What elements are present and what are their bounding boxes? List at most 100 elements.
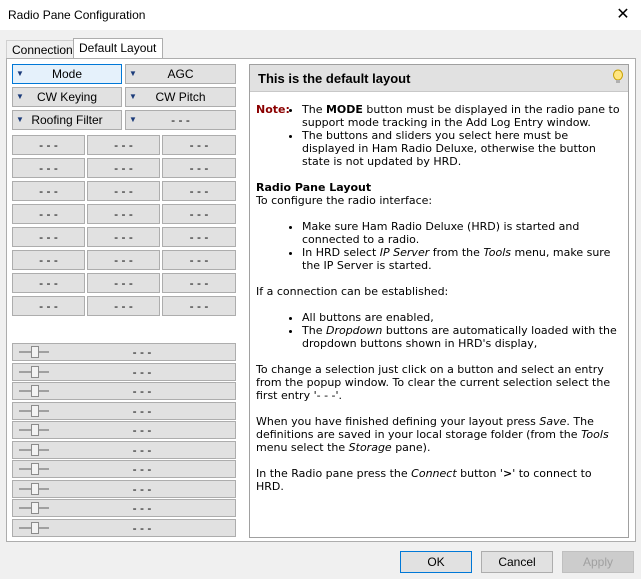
cancel-button[interactable]: Cancel <box>481 551 553 573</box>
note-item: The buttons and sliders you select here … <box>302 129 622 168</box>
slider-label: - - - <box>132 462 152 476</box>
help-heading: This is the default layout <box>258 71 411 86</box>
slider-control[interactable]: - - - <box>12 401 236 420</box>
window-title: Radio Pane Configuration <box>8 8 146 22</box>
connection-intro: If a connection can be established: <box>256 285 449 298</box>
slider-label: - - - <box>132 364 152 379</box>
grid-button[interactable]: - - - <box>87 273 160 293</box>
grid-button[interactable]: - - - <box>87 158 160 178</box>
tab-default-layout[interactable]: Default Layout <box>73 38 163 59</box>
grid-button[interactable]: - - - <box>87 204 160 224</box>
grid-button[interactable]: - - - <box>87 135 160 155</box>
connection-item: The Dropdown buttons are automatically l… <box>302 324 622 350</box>
button-label: Roofing Filter <box>31 113 103 127</box>
title-bar: Radio Pane Configuration ✕ <box>0 0 641 30</box>
dropdown-arrow-icon: ▼ <box>16 115 24 124</box>
grid-button[interactable]: - - - <box>87 250 160 270</box>
grid-button[interactable]: - - - <box>87 227 160 247</box>
note-section: Note: The MODE button must be displayed … <box>256 103 622 168</box>
slider-label: - - - <box>132 520 152 535</box>
slider-label: - - - <box>132 501 152 515</box>
layout-controls: ▼ Mode ▼ AGC ▼ CW Keying ▼ CW Pitch ▼ Ro… <box>12 64 236 539</box>
grid-button[interactable]: - - - <box>162 158 236 178</box>
slider-label: - - - <box>132 481 152 496</box>
grid-button[interactable]: - - - <box>12 135 85 155</box>
grid-button[interactable]: - - - <box>12 227 85 247</box>
slider-control[interactable]: - - - <box>12 479 236 498</box>
slider-control[interactable]: - - - <box>12 362 236 381</box>
slider-label: - - - <box>132 442 152 457</box>
empty-dropdown-button[interactable]: ▼ - - - <box>125 110 236 130</box>
slider-label: - - - <box>132 384 152 398</box>
layout-title: Radio Pane Layout <box>256 181 372 194</box>
slider-thumb[interactable] <box>31 346 39 358</box>
dropdown-arrow-icon: ▼ <box>129 69 137 78</box>
dropdown-arrow-icon: ▼ <box>16 69 24 78</box>
connect-text: In the Radio pane press the Connect butt… <box>256 467 592 493</box>
change-text: To change a selection just click on a bu… <box>256 363 611 402</box>
mode-dropdown-button[interactable]: ▼ Mode <box>12 64 122 84</box>
slider-thumb[interactable] <box>31 385 39 397</box>
dropdown-arrow-icon: ▼ <box>129 92 137 101</box>
slider-control[interactable]: - - - <box>12 343 236 361</box>
slider-control[interactable]: - - - <box>12 382 236 400</box>
slider-control[interactable]: - - - <box>12 499 236 517</box>
slider-thumb[interactable] <box>31 365 39 378</box>
dropdown-arrow-icon: ▼ <box>129 115 137 124</box>
grid-button[interactable]: - - - <box>12 181 85 201</box>
help-header: This is the default layout <box>250 65 628 92</box>
button-label: CW Keying <box>36 90 98 104</box>
grid-button[interactable]: - - - <box>162 296 236 316</box>
slider-control[interactable]: - - - <box>12 421 236 439</box>
slider-label: - - - <box>132 423 152 437</box>
ok-button[interactable]: OK <box>400 551 472 573</box>
slider-control[interactable]: - - - <box>12 518 236 537</box>
slider-thumb[interactable] <box>31 521 39 534</box>
grid-button[interactable]: - - - <box>87 181 160 201</box>
tab-connection[interactable]: Connection <box>6 40 78 59</box>
grid-button[interactable]: - - - <box>12 204 85 224</box>
help-content: Note: The MODE button must be displayed … <box>256 103 622 493</box>
slider-label: - - - <box>132 345 152 359</box>
note-item: The MODE button must be displayed in the… <box>302 103 622 129</box>
cw-pitch-dropdown-button[interactable]: ▼ CW Pitch <box>125 87 236 107</box>
grid-button[interactable]: - - - <box>162 135 236 155</box>
note-label: Note: <box>256 103 290 116</box>
grid-button[interactable]: - - - <box>12 296 85 316</box>
slider-control[interactable]: - - - <box>12 440 236 459</box>
button-label: AGC <box>167 67 194 81</box>
grid-button[interactable]: - - - <box>162 204 236 224</box>
slider-thumb[interactable] <box>31 424 39 436</box>
close-icon[interactable]: ✕ <box>605 0 641 30</box>
agc-dropdown-button[interactable]: ▼ AGC <box>125 64 236 84</box>
slider-control[interactable]: - - - <box>12 460 236 478</box>
help-panel: This is the default layout Note: The MOD… <box>249 64 629 538</box>
grid-button[interactable]: - - - <box>162 227 236 247</box>
layout-intro: To configure the radio interface: <box>256 194 433 207</box>
grid-button[interactable]: - - - <box>87 296 160 316</box>
dropdown-arrow-icon: ▼ <box>16 92 24 101</box>
button-label: Mode <box>51 67 83 81</box>
slider-thumb[interactable] <box>31 482 39 495</box>
button-label: CW Pitch <box>155 90 206 104</box>
grid-button[interactable]: - - - <box>12 158 85 178</box>
save-text: When you have finished defining your lay… <box>256 415 609 454</box>
slider-label: - - - <box>132 403 152 418</box>
connection-item: All buttons are enabled, <box>302 311 622 324</box>
grid-button[interactable]: - - - <box>12 250 85 270</box>
slider-thumb[interactable] <box>31 404 39 417</box>
cw-keying-dropdown-button[interactable]: ▼ CW Keying <box>12 87 122 107</box>
apply-button[interactable]: Apply <box>562 551 634 573</box>
grid-button[interactable]: - - - <box>162 250 236 270</box>
button-label: - - - <box>171 113 190 127</box>
slider-thumb[interactable] <box>31 443 39 456</box>
lightbulb-icon <box>613 69 623 83</box>
slider-thumb[interactable] <box>31 463 39 475</box>
grid-button[interactable]: - - - <box>162 181 236 201</box>
layout-item: In HRD select IP Server from the Tools m… <box>302 246 622 272</box>
grid-button[interactable]: - - - <box>12 273 85 293</box>
slider-thumb[interactable] <box>31 502 39 514</box>
roofing-filter-dropdown-button[interactable]: ▼ Roofing Filter <box>12 110 122 130</box>
grid-button[interactable]: - - - <box>162 273 236 293</box>
layout-item: Make sure Ham Radio Deluxe (HRD) is star… <box>302 220 622 246</box>
